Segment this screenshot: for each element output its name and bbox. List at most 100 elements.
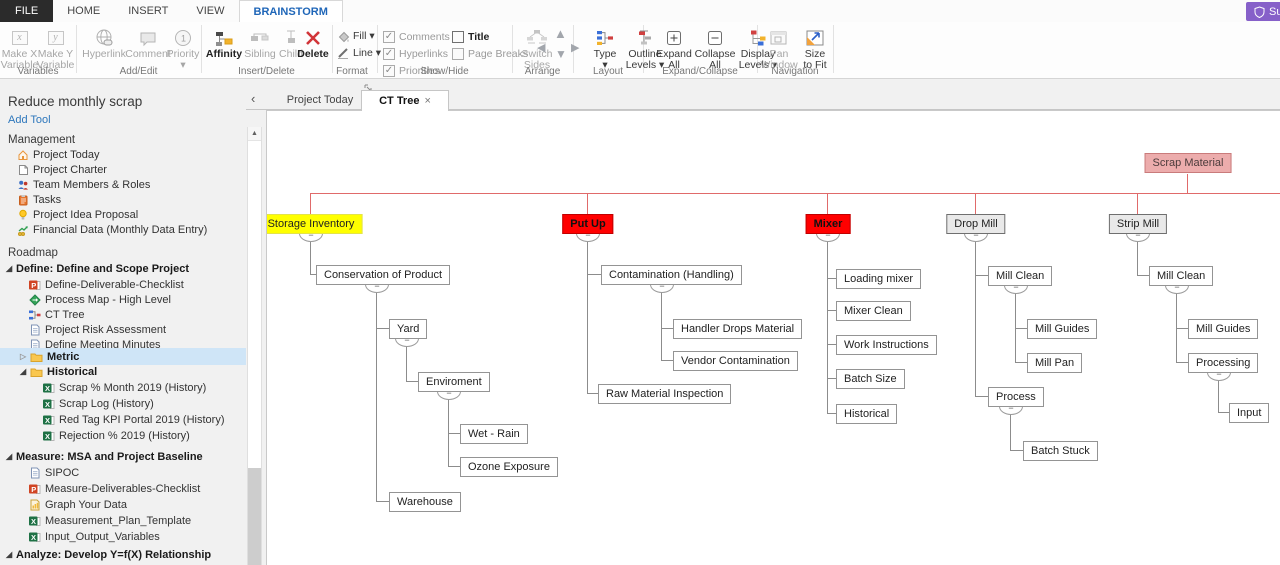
outline-levels-icon — [635, 26, 655, 49]
tab-insert[interactable]: INSERT — [114, 0, 182, 22]
tree-node-wet-rain[interactable]: Wet - Rain — [460, 424, 528, 444]
roadmap-item-process-map[interactable]: Process Map - High Level — [28, 292, 171, 307]
ct-tree-canvas[interactable]: − − − − − − − − − − − − − Scrap Material… — [266, 110, 1280, 565]
tree-node-enviroment[interactable]: Enviroment — [418, 372, 490, 392]
tree-node-contamination[interactable]: Contamination (Handling) — [601, 265, 742, 285]
roadmap-item-input-output[interactable]: XInput_Output_Variables — [28, 529, 160, 544]
tab-brainstorm[interactable]: BRAINSTORM — [239, 0, 343, 22]
tree-node-mixer[interactable]: Mixer — [806, 214, 851, 234]
tree-node-scrap-material[interactable]: Scrap Material — [1145, 153, 1232, 173]
group-label-layout: Layout — [573, 66, 643, 77]
management-header: Management — [8, 132, 75, 147]
tab-home[interactable]: HOME — [53, 0, 114, 22]
roadmap-item-measurement-plan[interactable]: XMeasurement_Plan_Template — [28, 513, 191, 528]
connector — [827, 310, 836, 311]
tree-node-storage-inventory[interactable]: Storage Inventory — [266, 214, 362, 234]
tree-node-work-instructions[interactable]: Work Instructions — [836, 335, 937, 355]
expanded-triangle-icon[interactable]: ◢ — [6, 452, 16, 461]
roadmap-item-scrap-month[interactable]: XScrap % Month 2019 (History) — [42, 380, 206, 395]
tree-node-batch-size[interactable]: Batch Size — [836, 369, 905, 389]
scrollbar-thumb[interactable] — [248, 468, 261, 565]
arrow-up-icon[interactable]: ▲ — [554, 26, 567, 41]
tree-node-put-up[interactable]: Put Up — [562, 214, 613, 234]
sidebar-item-project-charter[interactable]: Project Charter — [16, 162, 107, 177]
submit-button[interactable]: Submit — [1246, 2, 1280, 21]
tab-ct-tree[interactable]: CT Tree × — [361, 90, 449, 111]
tree-node-drop-mill[interactable]: Drop Mill — [946, 214, 1005, 234]
roadmap-item-sipoc[interactable]: SIPOC — [28, 465, 79, 480]
tree-node-process[interactable]: Process — [988, 387, 1044, 407]
roadmap-item-measure-checklist[interactable]: PMeasure-Deliverables-Checklist — [28, 481, 200, 496]
comment-icon — [138, 26, 158, 49]
tree-node-batch-stuck[interactable]: Batch Stuck — [1023, 441, 1098, 461]
checkbox-checked-icon: ✓ — [383, 48, 395, 60]
tree-node-mill-clean-drop[interactable]: Mill Clean — [988, 266, 1052, 286]
fill-bucket-icon — [336, 29, 350, 43]
sidebar-item-project-today[interactable]: Project Today — [16, 147, 99, 162]
tab-view[interactable]: VIEW — [182, 0, 238, 22]
tree-node-yard[interactable]: Yard — [389, 319, 427, 339]
sidebar-item-team-members[interactable]: Team Members & Roles — [16, 177, 150, 192]
project-title: Reduce monthly scrap — [8, 94, 142, 109]
sidebar-item-project-idea[interactable]: Project Idea Proposal — [16, 207, 138, 222]
roadmap-item-define-checklist[interactable]: PDefine-Deliverable-Checklist — [28, 277, 184, 292]
sidebar-item-financial-data[interactable]: Financial Data (Monthly Data Entry) — [16, 222, 207, 237]
tree-node-ozone-exposure[interactable]: Ozone Exposure — [460, 457, 558, 477]
tree-node-mixer-clean[interactable]: Mixer Clean — [836, 301, 911, 321]
tree-node-handler-drops[interactable]: Handler Drops Material — [673, 319, 802, 339]
checkbox-empty-icon — [452, 31, 464, 43]
roadmap-phase-analyze[interactable]: ◢Analyze: Develop Y=f(X) Relationship — [6, 547, 211, 562]
tab-project-today[interactable]: Project Today — [284, 90, 356, 110]
tree-node-loading-mixer[interactable]: Loading mixer — [836, 269, 921, 289]
fill-button[interactable]: Fill ▾ — [336, 28, 375, 44]
tree-node-processing[interactable]: Processing — [1188, 353, 1258, 373]
tree-node-historical[interactable]: Historical — [836, 404, 897, 424]
tree-node-mill-guides-drop[interactable]: Mill Guides — [1027, 319, 1097, 339]
roadmap-item-ct-tree[interactable]: CT Tree — [28, 307, 85, 322]
connector — [587, 242, 588, 394]
roadmap-item-graph-your-data[interactable]: Graph Your Data — [28, 497, 127, 512]
tree-node-conservation[interactable]: Conservation of Product — [316, 265, 450, 285]
connector — [827, 378, 836, 379]
expanded-triangle-icon[interactable]: ◢ — [6, 264, 16, 273]
connector — [661, 328, 673, 329]
tree-node-raw-material-inspection[interactable]: Raw Material Inspection — [598, 384, 731, 404]
tree-node-strip-mill[interactable]: Strip Mill — [1109, 214, 1167, 234]
connector — [406, 381, 418, 382]
sidebar-scrollbar[interactable] — [247, 127, 262, 565]
connector — [448, 466, 460, 467]
tree-node-warehouse[interactable]: Warehouse — [389, 492, 461, 512]
connector — [975, 193, 976, 214]
back-chevron-icon[interactable]: ‹ — [251, 91, 255, 106]
expanded-triangle-icon[interactable]: ◢ — [6, 550, 16, 559]
sidebar-item-tasks[interactable]: Tasks — [16, 192, 61, 207]
scrollbar-up-arrow[interactable]: ▲ — [248, 127, 261, 141]
tab-file[interactable]: FILE — [0, 0, 53, 22]
roadmap-phase-define[interactable]: ◢Define: Define and Scope Project — [6, 261, 189, 276]
connector — [376, 293, 377, 502]
roadmap-folder-metric[interactable]: ▷Metric — [20, 349, 79, 364]
connector — [1187, 174, 1188, 193]
roadmap-item-scrap-log[interactable]: XScrap Log (History) — [42, 396, 154, 411]
roadmap-phase-measure[interactable]: ◢Measure: MSA and Project Baseline — [6, 449, 203, 464]
financial-chart-icon — [16, 224, 29, 236]
arrow-down-icon[interactable]: ▼ — [555, 47, 567, 61]
connector — [975, 242, 976, 397]
collapse-all-icon — [705, 26, 725, 49]
roadmap-item-risk-assessment[interactable]: Project Risk Assessment — [28, 322, 166, 337]
tree-node-mill-clean-strip[interactable]: Mill Clean — [1149, 266, 1213, 286]
title-checkbox[interactable]: Title — [452, 29, 489, 44]
tab-close-icon[interactable]: × — [424, 95, 430, 107]
roadmap-item-red-tag-kpi[interactable]: XRed Tag KPI Portal 2019 (History) — [42, 412, 224, 427]
roadmap-folder-historical[interactable]: ◢Historical — [20, 364, 97, 379]
connector — [1010, 450, 1023, 451]
tree-node-mill-pan[interactable]: Mill Pan — [1027, 353, 1082, 373]
line-button[interactable]: Line ▾ — [336, 45, 381, 61]
collapsed-triangle-icon[interactable]: ▷ — [20, 352, 30, 361]
tree-node-mill-guides-strip[interactable]: Mill Guides — [1188, 319, 1258, 339]
add-tool-link[interactable]: Add Tool — [8, 114, 51, 126]
expanded-triangle-icon[interactable]: ◢ — [20, 367, 30, 376]
tree-node-vendor-contamination[interactable]: Vendor Contamination — [673, 351, 798, 371]
tree-node-input[interactable]: Input — [1229, 403, 1269, 423]
roadmap-item-rejection[interactable]: XRejection % 2019 (History) — [42, 428, 190, 443]
